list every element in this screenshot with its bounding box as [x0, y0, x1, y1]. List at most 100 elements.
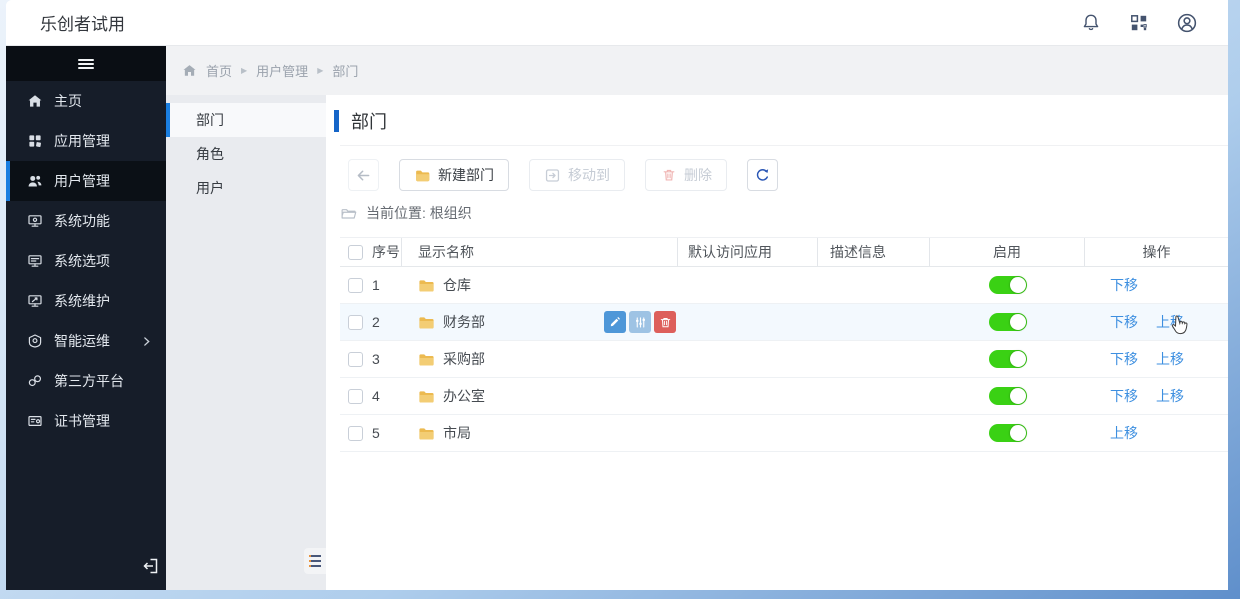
column-header-name: 显示名称	[402, 238, 678, 266]
refresh-button[interactable]	[747, 159, 778, 191]
location-text: 当前位置: 根组织	[366, 205, 472, 221]
breadcrumb-item[interactable]: 用户管理	[256, 61, 308, 80]
monitor-tools-icon	[27, 293, 43, 309]
row-config-button[interactable]	[629, 311, 651, 333]
department-name: 财务部	[443, 314, 485, 330]
breadcrumb-separator: ▶	[241, 66, 248, 75]
users-icon	[27, 173, 43, 189]
home-icon	[27, 93, 43, 109]
sidebar-item-label: 智能运维	[54, 333, 110, 349]
move-to-icon	[544, 167, 561, 184]
sidebar-item-label: 证书管理	[54, 413, 110, 429]
folder-icon	[418, 426, 435, 441]
sidebar-item-users[interactable]: 用户管理	[6, 161, 166, 201]
default-app-cell	[678, 304, 818, 340]
desktop: { "app": { "title": "乐创者试用" }, "header":…	[0, 0, 1240, 599]
folder-icon	[418, 352, 435, 367]
main-content: 部门 新建部门 移动到 删除 当前位置: 根组织 序号 显示名称 默认访问应用 …	[326, 95, 1228, 590]
default-app-cell	[678, 341, 818, 377]
divider	[340, 145, 1228, 146]
subsidebar-collapse-button[interactable]	[304, 548, 326, 574]
column-header-ops: 操作	[1142, 244, 1171, 260]
back-button[interactable]	[348, 159, 379, 191]
breadcrumb-item[interactable]: 部门	[332, 61, 358, 80]
sidebar-item-label: 系统维护	[54, 293, 110, 309]
subnav-item-user[interactable]: 用户	[166, 171, 326, 205]
row-checkbox[interactable]	[348, 351, 363, 367]
row-seq: 4	[372, 388, 380, 404]
row-checkbox[interactable]	[348, 425, 363, 441]
new-department-label: 新建部门	[438, 167, 494, 183]
move-to-button[interactable]: 移动到	[529, 159, 625, 191]
subnav-item-label: 用户	[196, 180, 224, 196]
chevron-right-icon	[141, 336, 152, 347]
row-delete-button[interactable]	[654, 311, 676, 333]
move-up-link[interactable]: 上移	[1110, 423, 1138, 443]
subnav-item-dept[interactable]: 部门	[166, 103, 326, 137]
description-cell	[818, 341, 930, 377]
new-department-button[interactable]: 新建部门	[399, 159, 509, 191]
table-header: 序号 显示名称 默认访问应用 描述信息 启用 操作	[340, 237, 1228, 267]
delete-button[interactable]: 删除	[645, 159, 727, 191]
row-checkbox[interactable]	[348, 314, 363, 330]
trash-icon	[660, 167, 677, 184]
column-header-seq: 序号	[372, 238, 402, 266]
table-row: 3 采购部 下移 上移	[340, 341, 1228, 378]
default-app-cell	[678, 267, 818, 303]
sidebar-item-sys-func[interactable]: 系统功能	[6, 201, 166, 241]
sidebar-item-label: 第三方平台	[54, 373, 124, 389]
department-name: 仓库	[443, 277, 471, 293]
default-app-cell	[678, 378, 818, 414]
row-edit-button[interactable]	[604, 311, 626, 333]
department-table: 序号 显示名称 默认访问应用 描述信息 启用 操作 1 仓库 下移 2 财务部 下移 上移 3 采购部 下移…	[340, 237, 1228, 452]
sidebar-menu-toggle[interactable]	[6, 46, 166, 81]
folder-open-icon	[340, 205, 357, 222]
arrow-left-icon	[355, 167, 372, 184]
department-name: 市局	[443, 425, 471, 441]
user-avatar-icon[interactable]	[1176, 12, 1198, 34]
sidebar-item-cert[interactable]: 证书管理	[6, 401, 166, 441]
breadcrumb-item[interactable]: 首页	[206, 61, 232, 80]
enable-toggle[interactable]	[988, 387, 1027, 405]
sidebar-item-third-party[interactable]: 第三方平台	[6, 361, 166, 401]
move-up-link[interactable]: 上移	[1156, 349, 1184, 369]
move-to-label: 移动到	[568, 167, 610, 183]
sub-sidebar: 部门角色用户	[166, 95, 326, 590]
enable-toggle[interactable]	[988, 313, 1027, 331]
enable-toggle[interactable]	[988, 276, 1027, 294]
column-header-app: 默认访问应用	[678, 238, 818, 266]
move-up-link[interactable]: 上移	[1156, 312, 1184, 332]
qr-code-icon[interactable]	[1128, 12, 1150, 34]
row-checkbox[interactable]	[348, 388, 363, 404]
third-party-icon	[27, 373, 43, 389]
move-down-link[interactable]: 下移	[1110, 312, 1138, 332]
notification-bell-icon[interactable]	[1080, 12, 1102, 34]
enable-toggle[interactable]	[988, 350, 1027, 368]
department-name: 办公室	[443, 388, 485, 404]
monitor-gear-icon	[27, 213, 43, 229]
subnav-item-label: 角色	[196, 146, 224, 162]
enable-toggle[interactable]	[988, 424, 1027, 442]
move-up-link[interactable]: 上移	[1156, 386, 1184, 406]
move-down-link[interactable]: 下移	[1110, 349, 1138, 369]
sidebar-collapse-button[interactable]	[141, 556, 161, 576]
move-down-link[interactable]: 下移	[1110, 386, 1138, 406]
column-header-enable: 启用	[930, 238, 1085, 266]
move-down-link[interactable]: 下移	[1110, 275, 1138, 295]
row-seq: 5	[372, 425, 380, 441]
select-all-checkbox[interactable]	[348, 244, 363, 260]
sidebar-item-label: 系统功能	[54, 213, 110, 229]
refresh-icon	[754, 167, 771, 184]
sidebar-item-home[interactable]: 主页	[6, 81, 166, 121]
breadcrumb-separator: ▶	[317, 66, 324, 75]
hamburger-icon	[78, 57, 94, 71]
sidebar-item-apps[interactable]: 应用管理	[6, 121, 166, 161]
subnav-item-role[interactable]: 角色	[166, 137, 326, 171]
folder-icon	[414, 167, 431, 184]
sidebar-item-sys-options[interactable]: 系统选项	[6, 241, 166, 281]
sidebar-item-smart-ops[interactable]: 智能运维	[6, 321, 166, 361]
sidebar-item-sys-maint[interactable]: 系统维护	[6, 281, 166, 321]
main-sidebar: 主页 应用管理 用户管理系统功能系统选项系统维护智能运维第三方平台证书管理	[6, 46, 166, 590]
row-checkbox[interactable]	[348, 277, 363, 293]
folder-icon	[418, 278, 435, 293]
